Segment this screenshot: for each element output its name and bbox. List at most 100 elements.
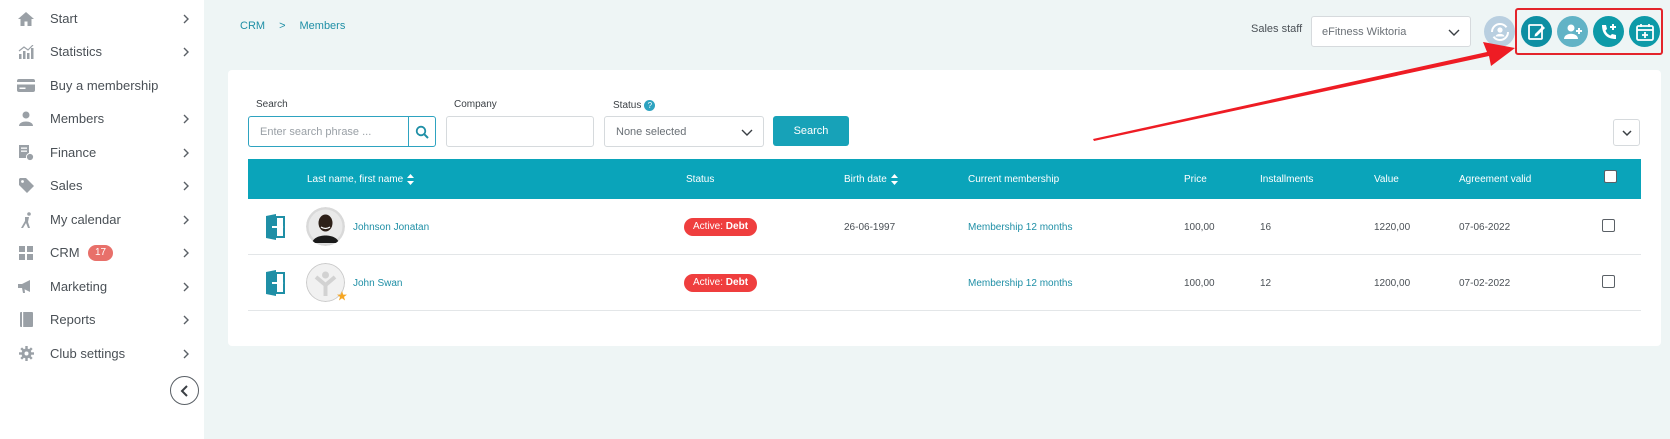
value: 1220,00 [1374,221,1411,233]
birth-date: 26-06-1997 [844,221,896,233]
search-input[interactable] [248,116,408,147]
table-row: John Swan Active: Debt Membership 12 mon… [248,255,1641,311]
sidebar-item-crm[interactable]: CRM 17 [0,236,204,269]
user-icon [17,110,35,128]
column-header-value: Value [1374,173,1399,185]
megaphone-icon [17,278,35,296]
sidebar-item-label: Start [50,11,78,26]
breadcrumb: CRM > Members [240,20,345,32]
sidebar-item-reports[interactable]: Reports [0,303,204,336]
sidebar-item-label: CRM [50,245,80,260]
sort-icon [890,173,898,185]
sidebar-item-marketing[interactable]: Marketing [0,270,204,303]
membership-link[interactable]: Membership 12 months [968,199,1073,255]
sidebar-item-label: Sales [50,178,83,193]
column-header-price: Price [1184,173,1207,185]
status-badge: Active: Debt [684,218,758,236]
membership-link[interactable]: Membership 12 months [968,255,1073,311]
sidebar-item-my-calendar[interactable]: My calendar [0,203,204,236]
sales-staff-value: eFitness Wiktoria [1322,25,1407,38]
check-in-icon[interactable] [262,270,288,296]
row-checkbox[interactable] [1602,219,1615,232]
breadcrumb-separator: > [279,20,286,32]
status-label: Status? [613,100,656,111]
add-event-button[interactable] [1629,16,1660,47]
chevron-right-icon [183,349,189,358]
sidebar-item-finance[interactable]: Finance [0,136,204,169]
chevron-left-icon [180,384,188,397]
installments: 16 [1260,221,1272,233]
star-icon [337,291,347,301]
breadcrumb-crm[interactable]: CRM [240,20,265,32]
chevron-right-icon [183,14,189,23]
calendar-add-icon [1635,23,1654,41]
select-all-checkbox[interactable] [1604,170,1617,183]
status-badge: Active: Debt [684,274,758,292]
member-name-link[interactable]: Johnson Jonatan [353,199,429,255]
breadcrumb-members[interactable]: Members [300,20,346,32]
sidebar-item-start[interactable]: Start [0,2,204,35]
search-icon-button[interactable] [408,116,436,147]
refresh-button[interactable] [1484,16,1515,47]
phone-add-icon [1601,23,1616,39]
sidebar-item-statistics[interactable]: Statistics [0,35,204,68]
chevron-right-icon [183,248,189,257]
edit-note-button[interactable] [1521,16,1552,47]
search-icon [415,125,429,139]
avatar[interactable] [306,207,345,246]
sales-staff-label: Sales staff [1251,23,1303,35]
refresh-user-icon [1490,22,1509,41]
home-icon [17,10,35,28]
chevron-right-icon [183,181,189,190]
column-header-birth-date[interactable]: Birth date [844,159,898,199]
sidebar-item-buy-membership[interactable]: Buy a membership [0,69,204,102]
company-label: Company [454,99,497,110]
sidebar-item-sales[interactable]: Sales [0,169,204,202]
chevron-down-icon [741,129,753,136]
agreement-valid: 07-02-2022 [1459,277,1511,289]
collapse-sidebar-button[interactable] [170,376,199,405]
sidebar-item-label: Marketing [50,279,108,294]
expand-filters-button[interactable] [1613,119,1640,146]
sidebar-item-label: My calendar [50,212,121,227]
runner-icon [17,211,35,229]
table-row: Johnson Jonatan Active: Debt 26-06-1997 … [248,199,1641,255]
chevron-right-icon [183,215,189,224]
member-name-link[interactable]: John Swan [353,255,402,311]
notification-badge: 17 [88,245,114,261]
search-button[interactable]: Search [773,116,849,146]
sales-staff-select[interactable]: eFitness Wiktoria [1311,16,1471,47]
column-header-status: Status [686,173,715,185]
chevron-down-icon [1448,29,1460,36]
sort-icon [407,173,415,185]
add-member-button[interactable] [1557,16,1588,47]
chevron-right-icon [183,47,189,56]
book-icon [17,311,35,329]
search-label: Search [256,99,288,110]
sidebar-item-members[interactable]: Members [0,102,204,135]
price: 100,00 [1184,221,1215,233]
add-call-button[interactable] [1593,16,1624,47]
card-icon [17,77,35,95]
status-select[interactable]: None selected [604,116,764,147]
finance-icon [17,144,35,162]
sidebar-item-club-settings[interactable]: Club settings [0,337,204,370]
grid-icon [17,244,35,262]
value: 1200,00 [1374,277,1411,289]
chevron-right-icon [183,282,189,291]
chevron-right-icon [183,148,189,157]
column-header-installments: Installments [1260,173,1314,185]
tag-icon [17,177,35,195]
agreement-valid: 07-06-2022 [1459,221,1511,233]
gear-icon [17,345,35,363]
chevron-right-icon [183,315,189,324]
help-icon[interactable]: ? [644,100,656,111]
sidebar: Start Statistics Buy a membership Member… [0,0,204,439]
row-checkbox[interactable] [1602,275,1615,288]
check-in-icon[interactable] [262,214,288,240]
column-header-name[interactable]: Last name, first name [307,159,415,199]
edit-note-icon [1527,23,1545,40]
status-select-value: None selected [616,125,687,138]
company-input[interactable] [446,116,594,147]
column-header-agreement-valid: Agreement valid [1459,173,1532,185]
